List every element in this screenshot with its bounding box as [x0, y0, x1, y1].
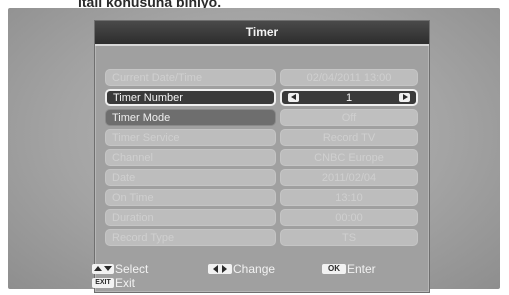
row-label: Current Date/Time — [105, 69, 276, 86]
ok-key-icon: OK — [322, 264, 346, 274]
row-label: Channel — [105, 149, 276, 166]
row-label: Date — [105, 169, 276, 186]
row-value: 02/04/2011 13:00 — [280, 69, 418, 86]
row-value: CNBC Europe — [280, 149, 418, 166]
row-value: 1 — [345, 92, 353, 104]
arrow-right-icon[interactable] — [399, 93, 410, 102]
select-hint: Select — [92, 262, 148, 276]
row-channel: Channel CNBC Europe — [105, 149, 418, 166]
row-label: Duration — [105, 209, 276, 226]
exit-hint: EXIT Exit — [92, 276, 135, 290]
timer-number-selector[interactable]: 1 — [280, 89, 418, 106]
row-timer-service: Timer Service Record TV — [105, 129, 418, 146]
exit-label: Exit — [115, 276, 136, 290]
enter-hint: OK Enter — [322, 262, 376, 276]
row-label: Timer Number — [105, 89, 276, 106]
enter-label: Enter — [347, 262, 376, 276]
timer-dialog: Timer Current Date/Time 02/04/2011 13:00… — [94, 20, 430, 293]
row-value[interactable]: Off — [280, 109, 418, 126]
change-label: Change — [233, 262, 276, 276]
row-date: Date 2011/02/04 — [105, 169, 418, 186]
row-label: On Time — [105, 189, 276, 206]
row-label: Record Type — [105, 229, 276, 246]
dialog-title: Timer — [95, 21, 429, 46]
up-down-arrows-icon — [92, 264, 114, 274]
row-value: 13:10 — [280, 189, 418, 206]
arrow-left-icon[interactable] — [288, 93, 299, 102]
key-legend: Select Change OK Enter EXIT Exit — [92, 262, 428, 292]
row-label: Timer Service — [105, 129, 276, 146]
change-hint: Change — [208, 262, 275, 276]
row-value: Record TV — [280, 129, 418, 146]
row-timer-mode[interactable]: Timer Mode Off — [105, 109, 418, 126]
row-duration: Duration 00:00 — [105, 209, 418, 226]
row-value: 00:00 — [280, 209, 418, 226]
row-value: TS — [280, 229, 418, 246]
left-right-arrows-icon — [208, 264, 232, 274]
row-on-time: On Time 13:10 — [105, 189, 418, 206]
tv-screen: Timer Current Date/Time 02/04/2011 13:00… — [8, 8, 500, 293]
select-label: Select — [115, 262, 149, 276]
row-value: 2011/02/04 — [280, 169, 418, 186]
row-timer-number[interactable]: Timer Number 1 — [105, 89, 418, 106]
exit-key-icon: EXIT — [92, 278, 114, 288]
row-record-type: Record Type TS — [105, 229, 418, 246]
row-label: Timer Mode — [105, 109, 276, 126]
row-current-date-time: Current Date/Time 02/04/2011 13:00 — [105, 69, 418, 86]
